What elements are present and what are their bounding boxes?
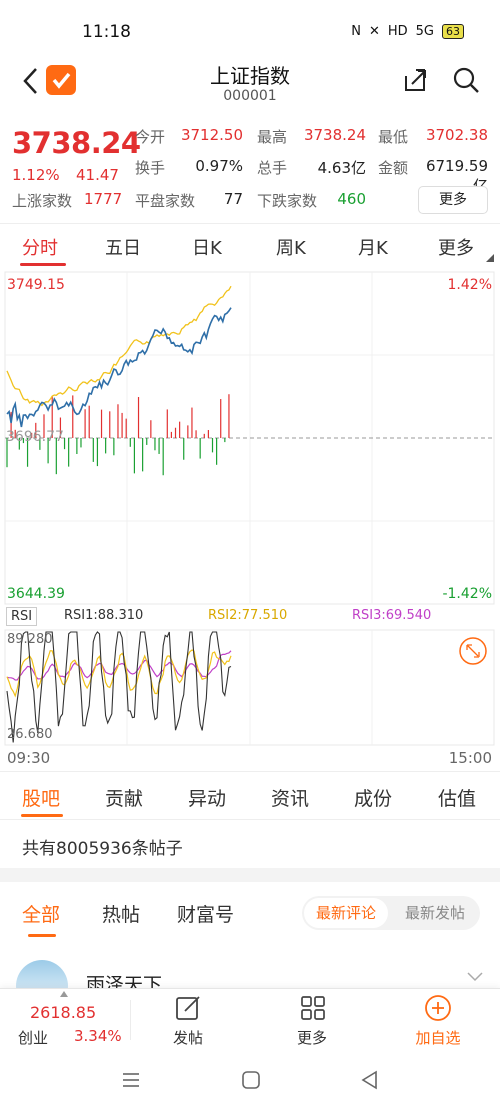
rsi3-value: RSI3:69.540: [352, 608, 432, 623]
pct-axis-bottom-label: -1.42%: [442, 586, 492, 602]
post-count: 共有8005936条帖子: [22, 839, 183, 859]
chevron-down-icon[interactable]: [466, 970, 484, 984]
related-index-change[interactable]: 3.34%: [74, 1027, 122, 1045]
status-icons: N ✕ HD 5G 63: [351, 24, 464, 39]
rsi1-value: RSI1:88.310: [64, 608, 144, 623]
change-percent: 1.12%: [12, 166, 60, 184]
tab-valuation[interactable]: 估值: [438, 784, 476, 811]
forum-tab-wealth[interactable]: 财富号: [177, 900, 234, 927]
rsi1-line: [6, 631, 232, 743]
toolbar-divider: [130, 1000, 131, 1040]
mute-icon: ✕: [368, 24, 380, 39]
tab-constituents[interactable]: 成份: [354, 784, 392, 811]
time-end-label: 15:00: [448, 749, 492, 767]
related-index-price[interactable]: 2618.85: [30, 1003, 96, 1022]
low-value: 3702.38: [425, 126, 488, 144]
price-line: [6, 307, 232, 428]
share-icon[interactable]: [402, 66, 430, 94]
pct-axis-top-label: 1.42%: [447, 277, 492, 293]
hd-icon: HD: [387, 24, 408, 39]
tab-monthly-k[interactable]: 月K: [358, 234, 388, 260]
battery-icon: 63: [442, 24, 464, 39]
tab-news[interactable]: 资讯: [271, 784, 309, 811]
amount-label: 金额: [378, 159, 409, 177]
tab-daily-k[interactable]: 日K: [192, 234, 222, 260]
section-separator: [0, 868, 500, 882]
more-button[interactable]: 更多: [272, 1027, 352, 1048]
add-watchlist-button[interactable]: 加自选: [398, 1027, 478, 1048]
open-label: 今开: [135, 128, 166, 146]
y-axis-top-label: 3749.15: [7, 277, 65, 293]
search-icon[interactable]: [452, 66, 480, 94]
index-price: 3738.24: [12, 126, 141, 160]
status-time: 11:18: [82, 22, 131, 42]
sort-latest-post[interactable]: 最新发帖: [392, 898, 478, 928]
flat-count-value: 77: [223, 190, 243, 208]
volume-value: 4.63亿: [317, 159, 366, 177]
rsi-bottom-label: 26.680: [7, 727, 53, 742]
down-count-value: 460: [337, 190, 366, 208]
back-nav-icon[interactable]: [360, 1070, 380, 1090]
time-start-label: 09:30: [7, 749, 51, 767]
up-count-value: 1777: [84, 190, 123, 208]
divider: [0, 819, 500, 820]
turnover-value: 0.97%: [195, 157, 243, 175]
down-count-label: 下跌家数: [257, 192, 318, 210]
caret-up-icon: [60, 991, 68, 997]
quote-more-button[interactable]: 更多: [418, 186, 488, 214]
forum-tab-hot[interactable]: 热帖: [102, 900, 140, 927]
volume-label: 总手: [257, 159, 288, 177]
rsi-top-label: 89.280: [7, 632, 53, 647]
divider: [0, 771, 500, 772]
home-icon[interactable]: [241, 1070, 261, 1090]
average-price-line: [6, 285, 232, 407]
tab-five-day[interactable]: 五日: [105, 234, 141, 260]
related-index-name[interactable]: 创业: [18, 1027, 48, 1048]
recent-apps-icon[interactable]: [121, 1071, 141, 1089]
bottom-tab-indicator: [21, 814, 63, 817]
add-watchlist-icon[interactable]: [424, 994, 452, 1022]
forum-tab-indicator: [28, 934, 56, 937]
high-label: 最高: [257, 128, 288, 146]
tab-contribution[interactable]: 贡献: [105, 784, 143, 811]
turnover-label: 换手: [135, 159, 166, 177]
up-count-label: 上涨家数: [12, 192, 73, 210]
post-button[interactable]: 发帖: [148, 1027, 228, 1048]
y-axis-mid-label: 3696.77: [6, 429, 64, 445]
tab-forum[interactable]: 股吧: [22, 784, 60, 811]
tab-more[interactable]: 更多: [438, 234, 474, 260]
open-value: 3712.50: [180, 126, 243, 144]
expand-arrows-icon: [466, 644, 480, 658]
tab-weekly-k[interactable]: 周K: [276, 234, 306, 260]
grid-more-icon[interactable]: [299, 994, 327, 1022]
divider: [0, 223, 500, 224]
intraday-chart[interactable]: [0, 270, 500, 770]
change-value: 41.47: [76, 166, 119, 184]
tab-active-indicator: [20, 263, 66, 266]
tab-intraday[interactable]: 分时: [22, 234, 58, 260]
signal-icon: 5G: [415, 24, 434, 39]
flat-count-label: 平盘家数: [135, 192, 196, 210]
y-axis-bottom-label: 3644.39: [7, 586, 65, 602]
high-value: 3738.24: [303, 126, 366, 144]
forum-tab-all[interactable]: 全部: [22, 900, 60, 927]
rsi2-value: RSI2:77.510: [208, 608, 288, 623]
tab-movement[interactable]: 异动: [188, 784, 226, 811]
sort-latest-comment[interactable]: 最新评论: [304, 898, 388, 928]
nfc-icon: N: [351, 24, 361, 39]
low-label: 最低: [378, 128, 409, 146]
tab-more-caret-icon: [486, 254, 494, 262]
rsi-indicator-selector[interactable]: RSI: [6, 607, 38, 626]
post-icon[interactable]: [174, 994, 202, 1022]
